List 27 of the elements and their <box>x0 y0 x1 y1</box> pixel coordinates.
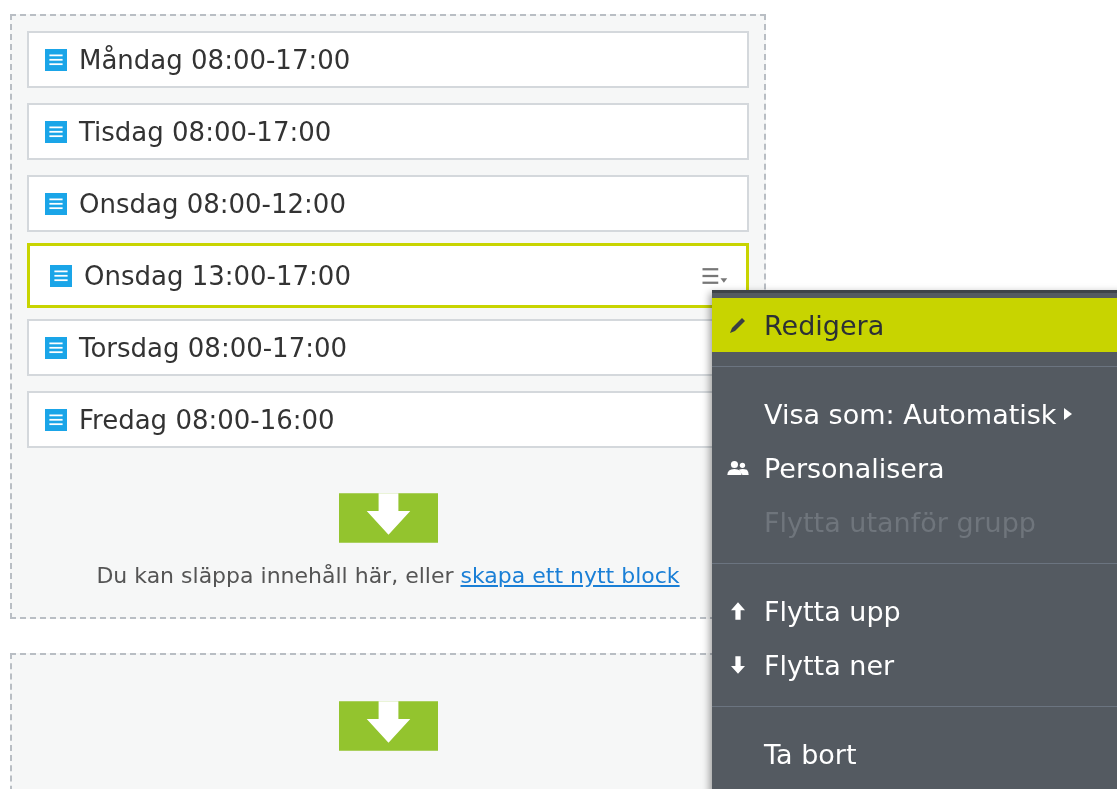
menu-icon[interactable] <box>702 266 730 285</box>
menu-item[interactable]: Redigera <box>712 298 1117 352</box>
block-title: Onsdag 13:00-17:00 <box>84 260 352 291</box>
block-icon <box>45 408 67 431</box>
pencil-icon <box>728 315 748 335</box>
block-icon <box>45 120 67 143</box>
arrow-up-icon <box>731 602 745 620</box>
block-title: Tisdag 08:00-17:00 <box>79 116 333 147</box>
content-block[interactable]: Måndag 08:00-17:00 <box>27 31 749 88</box>
block-title: Fredag 08:00-16:00 <box>79 404 336 435</box>
block-icon <box>45 336 67 359</box>
menu-item[interactable]: Flytta ner <box>712 638 1117 692</box>
block-icon <box>50 264 72 287</box>
block-title: Måndag 08:00-17:00 <box>79 44 352 75</box>
block-icon <box>45 192 67 215</box>
people-icon <box>727 460 749 476</box>
create-block-link[interactable]: skapa ett nytt block <box>460 563 680 588</box>
drop-instructions: Du kan släppa innehåll här, eller skapa ett nytt block <box>95 562 681 590</box>
content-block[interactable]: Tisdag 08:00-17:00 <box>27 103 749 160</box>
menu-item[interactable]: Ta bort <box>712 727 1117 781</box>
content-block[interactable]: Onsdag 13:00-17:00 <box>27 243 749 308</box>
arrow-down-icon <box>731 656 745 674</box>
block-title: Onsdag 08:00-12:00 <box>79 188 347 219</box>
content-block[interactable]: Onsdag 08:00-12:00 <box>27 175 749 232</box>
menu-item[interactable]: Flytta upp <box>712 584 1117 638</box>
block-icon <box>45 48 67 71</box>
block-title: Torsdag 08:00-17:00 <box>79 332 349 363</box>
